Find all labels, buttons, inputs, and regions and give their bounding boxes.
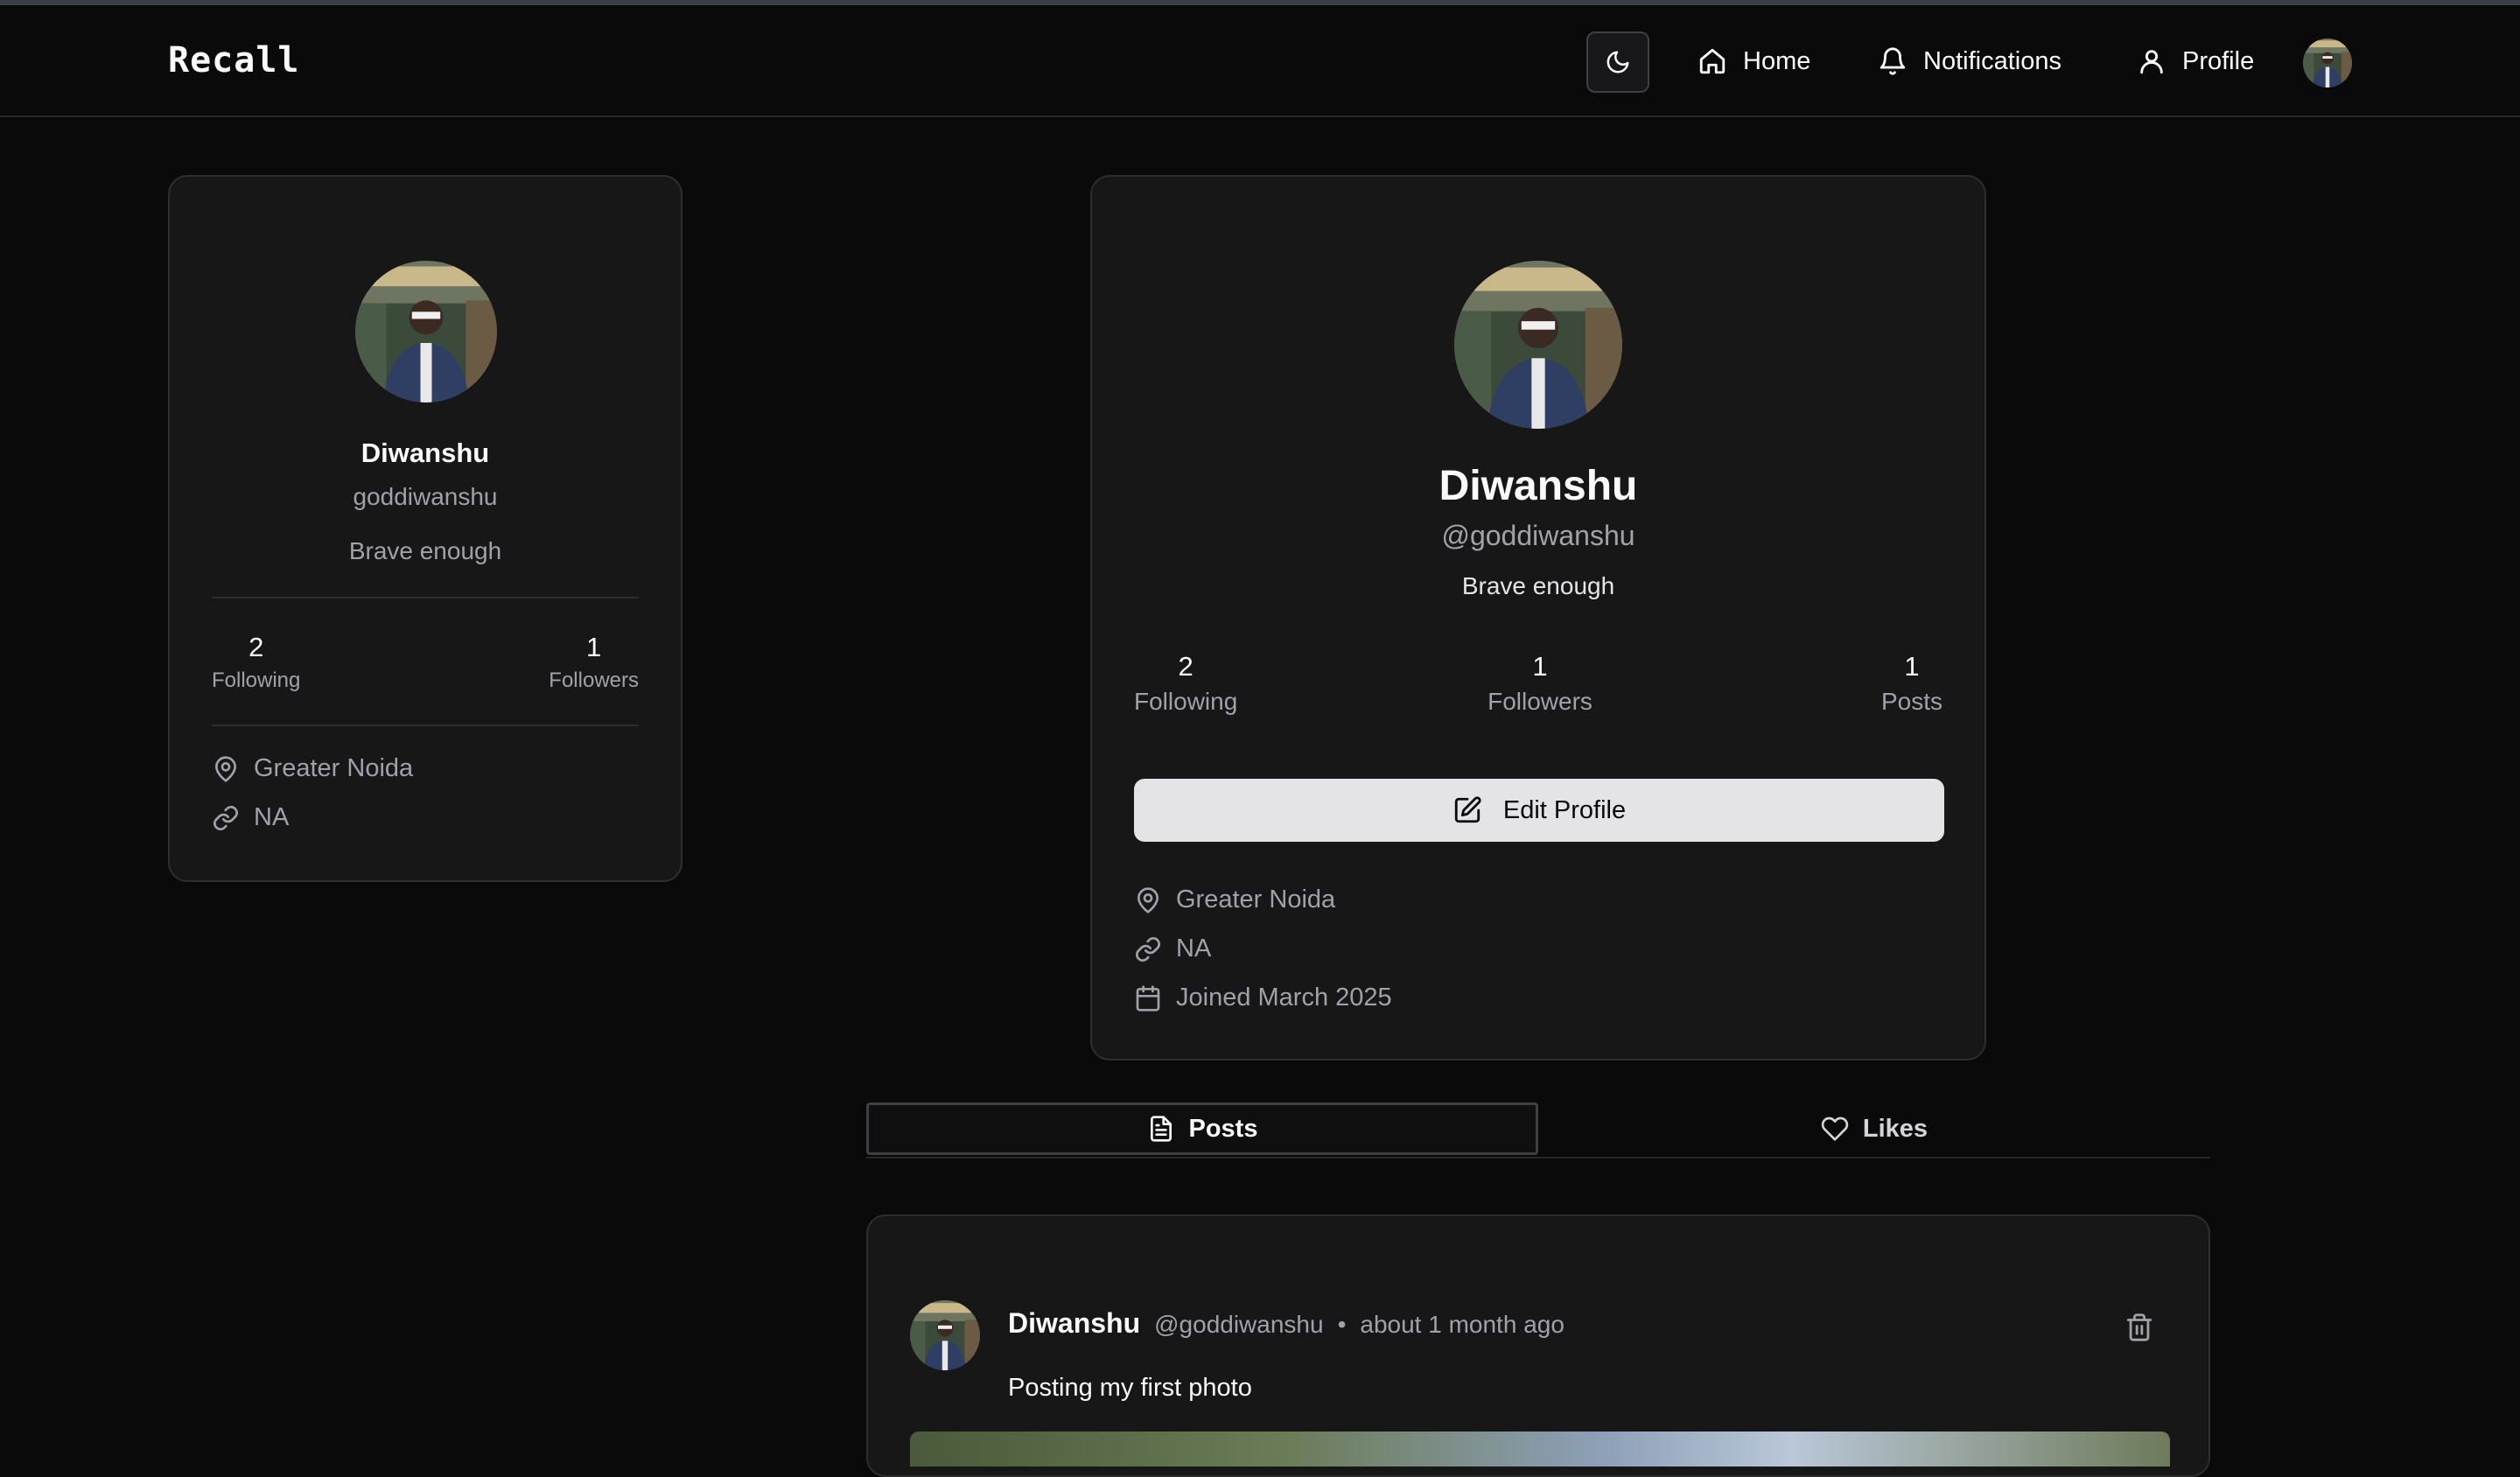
sidebar-location-text: Greater Noida <box>254 754 414 782</box>
profile-handle: @goddiwanshu <box>1441 520 1635 551</box>
profile-posts-count: 1 <box>1904 651 1920 682</box>
moon-icon <box>1606 51 1629 74</box>
file-text-icon <box>1150 1116 1172 1142</box>
map-pin-icon <box>1138 886 1158 914</box>
home-icon <box>1699 48 1726 74</box>
brand-logo[interactable]: Recall <box>168 40 300 80</box>
theme-toggle-button[interactable] <box>1586 32 1649 93</box>
sidebar-followers-stat: 1 Followers <box>549 632 639 693</box>
sidebar-bio: Brave enough <box>348 537 502 564</box>
link-icon <box>1136 936 1160 962</box>
profile-joined-text: Joined March 2025 <box>1176 984 1392 1012</box>
profile-card: Diwanshu @goddiwanshu Brave enough 2 Fol… <box>1090 175 1986 1060</box>
edit-profile-button[interactable]: Edit Profile <box>1134 779 1944 842</box>
profile-name: Diwanshu <box>1438 463 1638 509</box>
sidebar-divider-2 <box>212 724 639 726</box>
post-author-name[interactable]: Diwanshu <box>1008 1307 1140 1340</box>
sidebar-website: NA <box>212 803 289 832</box>
sidebar-followers-count: 1 <box>586 632 602 662</box>
tab-likes[interactable]: Likes <box>1538 1102 2210 1155</box>
post-author-avatar[interactable] <box>910 1300 980 1370</box>
sidebar-following-stat: 2 Following <box>212 632 300 693</box>
profile-tabs: Posts Likes <box>866 1102 2210 1158</box>
profile-following-label: Following <box>1134 688 1238 715</box>
sidebar-followers-label: Followers <box>549 668 639 692</box>
sidebar-avatar[interactable] <box>355 261 497 402</box>
profile-posts-label: Posts <box>1880 688 1942 715</box>
profile-followers-count: 1 <box>1532 651 1548 682</box>
map-pin-icon <box>215 755 236 782</box>
post-card: Diwanshu @goddiwanshu • about 1 month ag… <box>866 1214 2210 1477</box>
sidebar-divider <box>212 597 639 598</box>
tab-posts-label: Posts <box>1188 1114 1258 1143</box>
tab-posts[interactable]: Posts <box>866 1102 1538 1155</box>
sidebar-profile-card: Diwanshu goddiwanshu Brave enough 2 Foll… <box>168 175 682 882</box>
post-author-handle[interactable]: @goddiwanshu <box>1154 1311 1323 1339</box>
user-menu-avatar[interactable] <box>2303 38 2352 88</box>
post-header: Diwanshu @goddiwanshu • about 1 month ag… <box>1008 1307 1564 1340</box>
post-content: Posting my first photo <box>1008 1374 1252 1402</box>
link-icon <box>214 805 238 830</box>
profile-followers-stat[interactable]: 1 Followers <box>1472 651 1608 716</box>
trash-icon[interactable] <box>2124 1312 2154 1342</box>
sidebar-following-count: 2 <box>248 632 264 662</box>
post-meta-separator: • <box>1337 1311 1347 1338</box>
profile-joined: Joined March 2025 <box>1134 984 1392 1012</box>
edit-icon <box>1454 796 1481 823</box>
nav-notifications-label: Notifications <box>1923 46 2062 75</box>
profile-location-text: Greater Noida <box>1176 886 1336 914</box>
profile-posts-stat: 1 Posts <box>1881 651 1942 716</box>
sidebar-location: Greater Noida <box>212 754 413 783</box>
heart-icon <box>1821 1116 1849 1141</box>
bell-icon <box>1880 47 1906 75</box>
nav-home-link[interactable]: Home <box>1698 42 1810 80</box>
edit-profile-label: Edit Profile <box>1502 795 1627 824</box>
nav-profile-label: Profile <box>2182 46 2255 75</box>
tab-likes-label: Likes <box>1862 1114 1928 1143</box>
sidebar-website-text: NA <box>254 803 290 831</box>
top-navbar: Recall Home Notifications Profile <box>0 5 2520 117</box>
sidebar-username: goddiwanshu <box>353 483 498 510</box>
profile-website-text: NA <box>1176 934 1212 962</box>
profile-following-stat[interactable]: 2 Following <box>1134 651 1237 716</box>
sidebar-user-name[interactable]: Diwanshu <box>170 438 681 469</box>
post-image[interactable] <box>910 1432 2170 1466</box>
profile-following-count: 2 <box>1178 651 1194 682</box>
post-timestamp: about 1 month ago <box>1360 1311 1564 1338</box>
nav-profile-link[interactable]: Profile <box>2137 42 2254 80</box>
sidebar-following-label: Following <box>212 668 301 692</box>
profile-location: Greater Noida <box>1134 886 1335 914</box>
nav-notifications-link[interactable]: Notifications <box>1878 42 2062 80</box>
calendar-icon <box>1136 984 1160 1012</box>
profile-followers-label: Followers <box>1488 688 1592 715</box>
profile-avatar[interactable] <box>1454 261 1622 429</box>
nav-home-label: Home <box>1743 46 1811 75</box>
profile-bio: Brave enough <box>1461 572 1615 599</box>
profile-website: NA <box>1134 934 1211 963</box>
user-icon <box>2140 50 2163 74</box>
